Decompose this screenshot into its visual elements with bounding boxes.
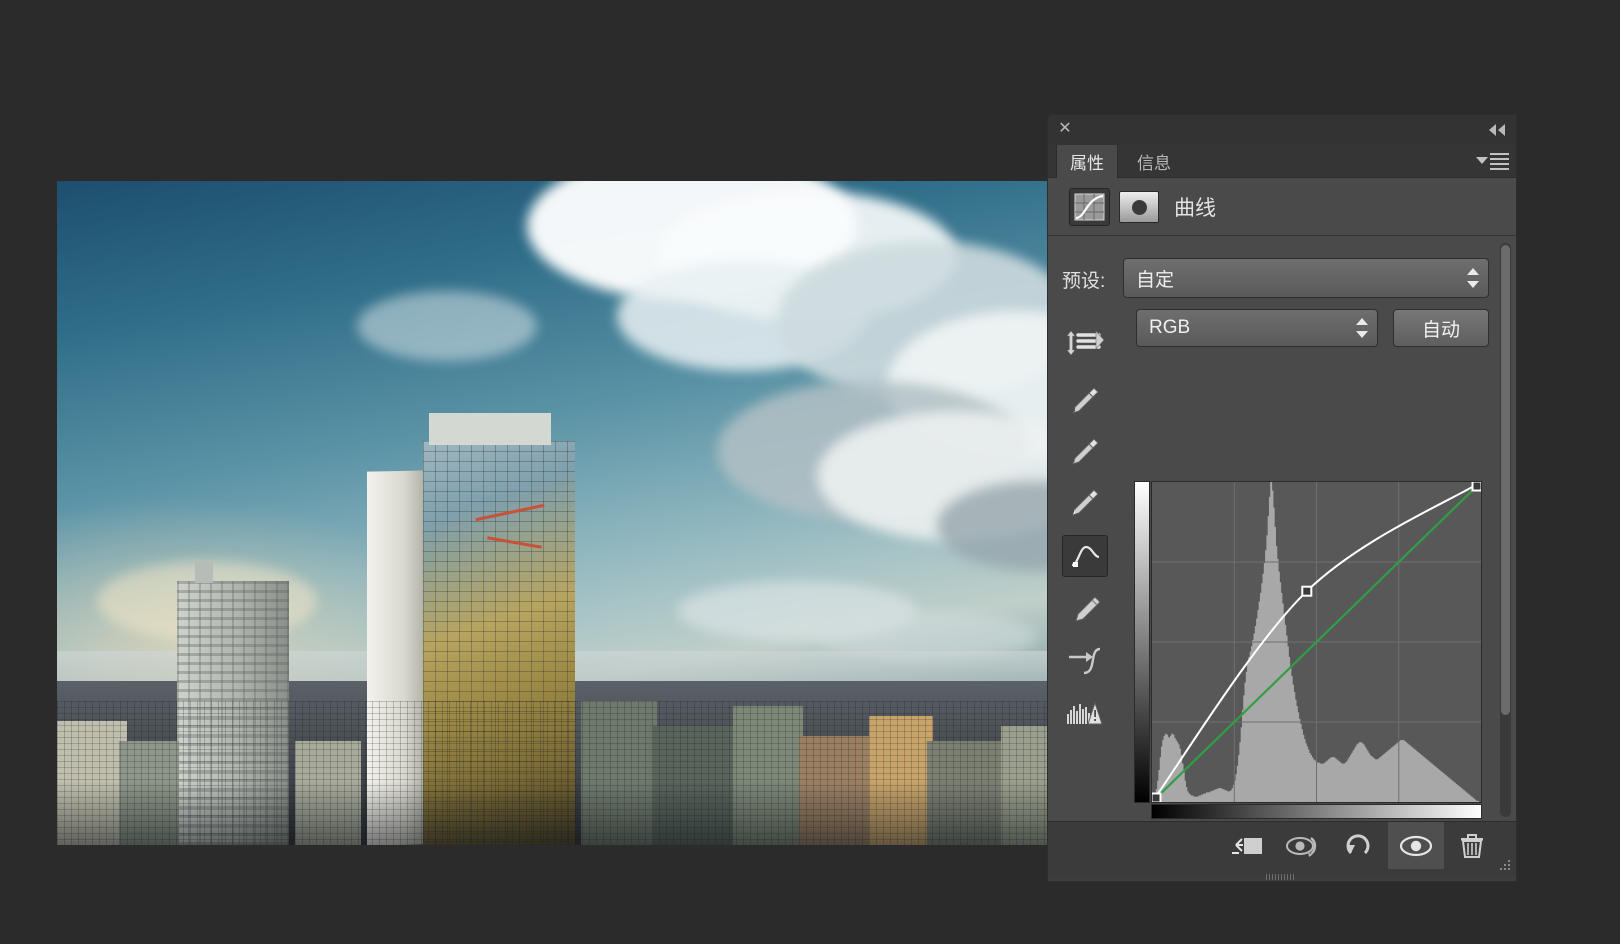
preset-value: 自定 [1136, 269, 1175, 291]
corner-resize-grip[interactable] [1498, 858, 1512, 872]
panel-bottom-toolbar [1048, 821, 1516, 880]
reset-adjustment-button[interactable] [1332, 822, 1388, 869]
vertical-scrollbar[interactable] [1500, 243, 1511, 817]
curve-control-point[interactable] [1471, 482, 1482, 492]
output-gradient-bar [1134, 481, 1150, 803]
chevron-down-icon [1476, 157, 1488, 164]
toggle-visibility-button[interactable] [1388, 822, 1444, 869]
channel-select[interactable]: RGB [1136, 309, 1378, 347]
screen-root: ✕ 属性 信息 曲线 预设: 自定 RGB 自动 [0, 0, 1620, 944]
curves-plot[interactable] [1152, 482, 1481, 802]
curves-toolstrip [1062, 322, 1112, 735]
tab-properties[interactable]: 属性 [1056, 145, 1118, 178]
tool-gray-point-eyedropper[interactable] [1062, 431, 1108, 473]
double-chevron-left-icon[interactable] [1486, 122, 1508, 138]
scrollbar-thumb[interactable] [1501, 245, 1510, 715]
cloud-shape [357, 291, 537, 361]
panel-menu-icon[interactable] [1476, 153, 1509, 170]
mask-dot-icon [1131, 199, 1147, 215]
preset-select[interactable]: 自定 [1123, 258, 1489, 298]
tool-edit-points[interactable] [1062, 535, 1108, 577]
close-icon[interactable]: ✕ [1057, 121, 1073, 137]
curves-graph[interactable] [1151, 481, 1482, 803]
document-canvas[interactable] [57, 181, 1077, 845]
tool-draw-pencil[interactable] [1062, 589, 1108, 631]
preset-label: 预设: [1062, 271, 1106, 292]
channel-value: RGB [1149, 317, 1191, 338]
tab-info[interactable]: 信息 [1124, 145, 1184, 178]
clip-to-layer-button[interactable] [1220, 822, 1276, 869]
input-gradient-bar [1151, 804, 1482, 819]
delete-adjustment-button[interactable] [1444, 822, 1500, 869]
curves-icon[interactable] [1069, 188, 1110, 226]
layer-mask-thumbnail[interactable] [1119, 191, 1159, 223]
toggle-layer-mask-button[interactable] [1276, 822, 1332, 869]
panel-titlebar: ✕ [1048, 115, 1516, 145]
tower-glass-top-cap [429, 413, 551, 445]
panel-body: 预设: 自定 RGB 自动 [1048, 236, 1516, 874]
stepper-arrows-icon [1356, 318, 1368, 338]
page-title: 曲线 [1174, 197, 1216, 220]
tool-curve-display-options[interactable] [1062, 692, 1108, 734]
panel-resize-grip[interactable] [1266, 867, 1306, 880]
stepper-arrows-icon [1467, 268, 1479, 288]
curve-control-point[interactable] [1152, 792, 1162, 803]
city-shadow-overlay [57, 781, 1077, 845]
curves-graph-area [1134, 481, 1482, 836]
tool-black-point-eyedropper[interactable] [1062, 380, 1108, 422]
properties-panel: ✕ 属性 信息 曲线 预设: 自定 RGB 自动 [1048, 115, 1516, 881]
panel-tabbar: 属性 信息 [1048, 145, 1516, 178]
tool-targeted-adjustment[interactable] [1062, 322, 1108, 364]
tool-smooth-curve[interactable] [1062, 640, 1108, 682]
tool-white-point-eyedropper[interactable] [1062, 482, 1108, 524]
adjustment-header: 曲线 [1048, 178, 1516, 236]
curve-control-point[interactable] [1301, 585, 1313, 597]
hamburger-icon [1490, 153, 1509, 170]
tower-left-roof [195, 561, 213, 583]
auto-button[interactable]: 自动 [1393, 309, 1489, 347]
preset-row: 预设: 自定 [1048, 258, 1516, 298]
